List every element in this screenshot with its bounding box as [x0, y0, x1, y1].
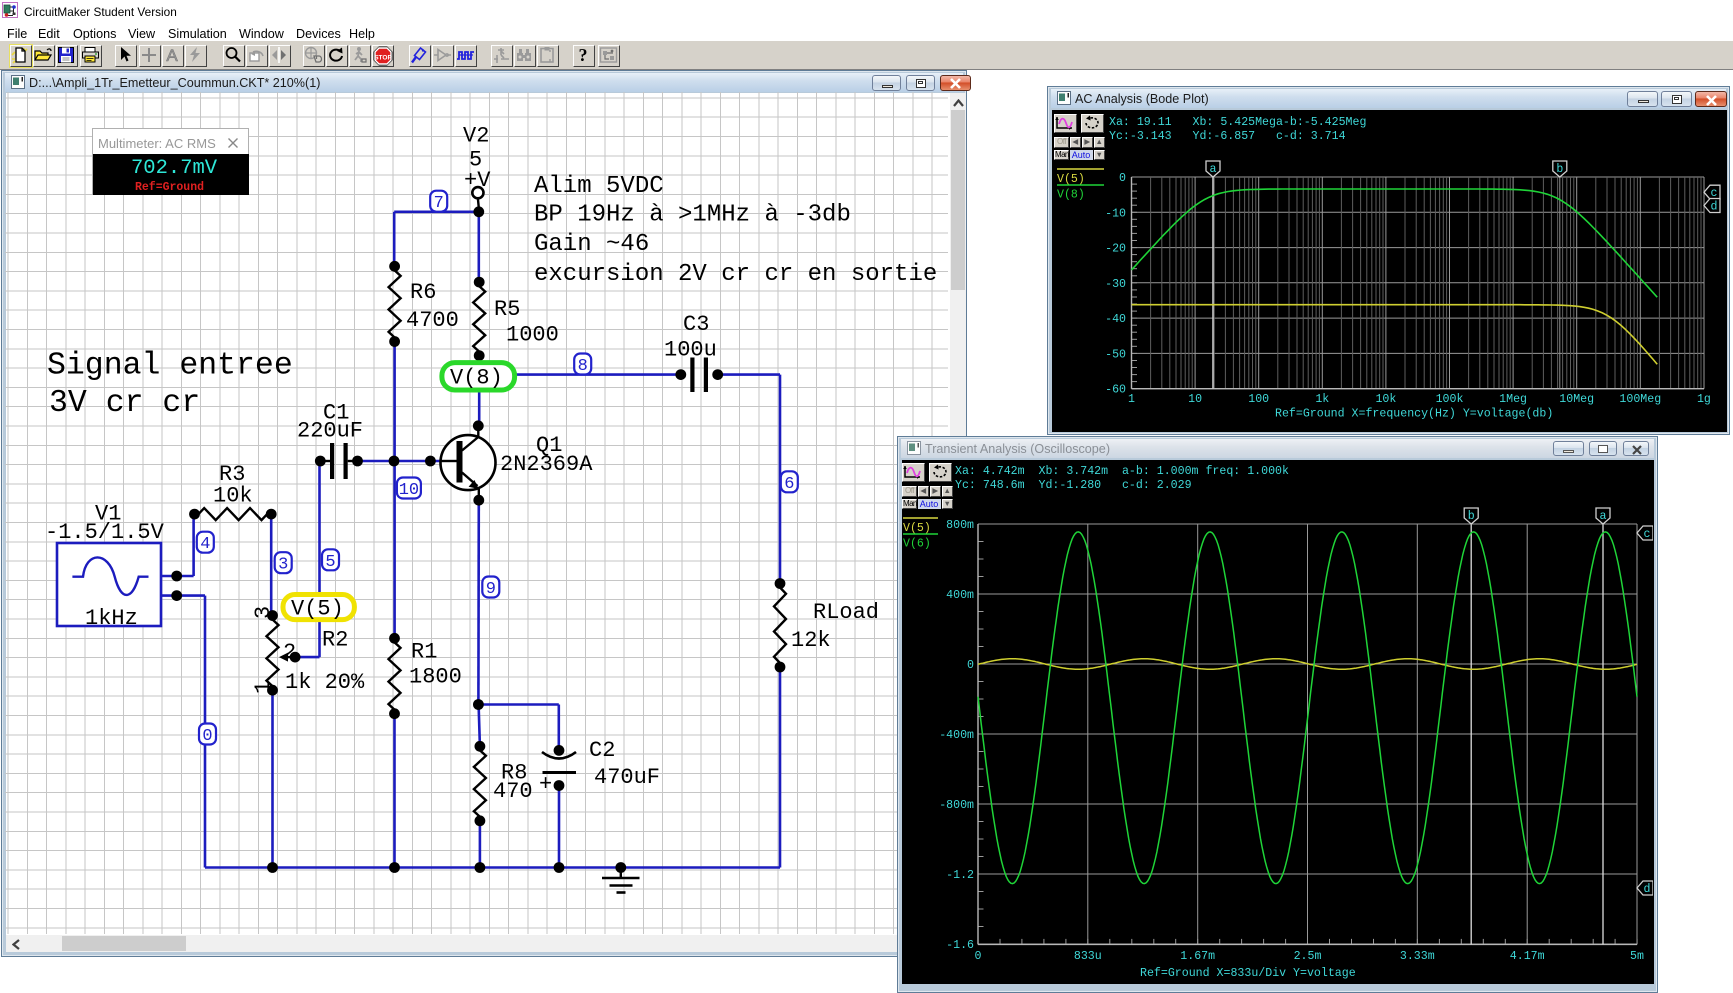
- svg-text:-30: -30: [1105, 278, 1126, 291]
- svg-text:excursion 2V cr cr en sortie: excursion 2V cr cr en sortie: [534, 261, 937, 288]
- svg-text:7: 7: [434, 194, 444, 213]
- svg-text:+: +: [539, 772, 552, 797]
- svg-text:1k: 1k: [1315, 393, 1329, 406]
- svg-text:4.17m: 4.17m: [1510, 950, 1545, 963]
- svg-text:A: A: [166, 46, 178, 64]
- svg-text:3V cr cr: 3V cr cr: [49, 386, 200, 421]
- svg-text:100: 100: [1248, 393, 1269, 406]
- svg-text:10k: 10k: [213, 484, 253, 509]
- svg-text:12k: 12k: [791, 628, 831, 653]
- svg-text:4: 4: [200, 535, 210, 554]
- svg-text:C3: C3: [683, 312, 709, 337]
- svg-text:1.67m: 1.67m: [1180, 950, 1215, 963]
- svg-text:6: 6: [784, 475, 794, 494]
- svg-text:1000: 1000: [506, 323, 559, 348]
- svg-text:1k 20%: 1k 20%: [285, 670, 365, 695]
- svg-text:R1: R1: [411, 640, 437, 665]
- svg-text:C2: C2: [589, 738, 615, 763]
- svg-text:-400m: -400m: [939, 729, 974, 742]
- svg-text:?: ?: [578, 46, 587, 64]
- svg-text:V(8): V(8): [450, 366, 503, 391]
- svg-text:400m: 400m: [946, 589, 974, 602]
- svg-text:BP 19Hz à >1MHz à -3db: BP 19Hz à >1MHz à -3db: [534, 202, 851, 229]
- svg-text:-800m: -800m: [939, 799, 974, 812]
- svg-text:V(8): V(8): [1057, 189, 1085, 202]
- svg-text:0: 0: [1119, 172, 1126, 185]
- svg-text:a: a: [1600, 510, 1607, 523]
- svg-text:0: 0: [975, 950, 982, 963]
- svg-text:b: b: [1468, 510, 1475, 523]
- svg-text:STOP: STOP: [374, 55, 392, 62]
- svg-text:10: 10: [399, 481, 419, 500]
- svg-text:8: 8: [578, 357, 588, 376]
- svg-text:10: 10: [1188, 393, 1202, 406]
- svg-text:2.5m: 2.5m: [1294, 950, 1322, 963]
- svg-text:5: 5: [325, 553, 335, 572]
- svg-text:V(6): V(6): [903, 538, 931, 551]
- svg-text:+V: +V: [464, 168, 491, 193]
- svg-text:d: d: [1644, 883, 1651, 896]
- svg-text:10Meg: 10Meg: [1559, 393, 1594, 406]
- svg-text:1g: 1g: [1697, 393, 1711, 406]
- svg-text:3: 3: [278, 556, 288, 575]
- svg-text:V(5): V(5): [903, 522, 931, 535]
- svg-text:R2: R2: [322, 628, 348, 653]
- svg-text:1kHz: 1kHz: [85, 606, 138, 631]
- svg-text:RLoad: RLoad: [813, 600, 879, 625]
- svg-text:c: c: [1644, 528, 1651, 541]
- svg-text:-50: -50: [1105, 348, 1126, 361]
- svg-text:Ref=Ground X=833u/Div Y=volta: Ref=Ground X=833u/Div Y=voltage: [1140, 967, 1356, 980]
- svg-text:470uF: 470uF: [594, 765, 660, 790]
- svg-text:100Meg: 100Meg: [1619, 393, 1661, 406]
- svg-text:5m: 5m: [1630, 950, 1644, 963]
- svg-text:-20: -20: [1105, 243, 1126, 256]
- svg-text:-10: -10: [1105, 207, 1126, 220]
- svg-text:b: b: [1556, 163, 1563, 176]
- svg-text:Signal entree: Signal entree: [47, 349, 293, 384]
- svg-text:a: a: [1210, 163, 1217, 176]
- svg-text:Ref=Ground X=frequency(Hz) Y=: Ref=Ground X=frequency(Hz) Y=voltage(db): [1275, 408, 1553, 421]
- svg-text:V2: V2: [463, 124, 489, 149]
- svg-text:0: 0: [202, 727, 212, 746]
- svg-text:d: d: [1711, 201, 1718, 214]
- svg-text:-60: -60: [1105, 384, 1126, 397]
- svg-text:-1.6: -1.6: [946, 939, 974, 952]
- svg-text:-1.2: -1.2: [946, 869, 974, 882]
- svg-text:10k: 10k: [1375, 393, 1396, 406]
- svg-text:3.33m: 3.33m: [1400, 950, 1435, 963]
- svg-text:470: 470: [493, 779, 533, 804]
- svg-text:220uF: 220uF: [297, 419, 363, 444]
- svg-text:R6: R6: [410, 280, 436, 305]
- svg-text:9: 9: [486, 580, 496, 599]
- svg-text:2N2369A: 2N2369A: [500, 452, 593, 477]
- svg-text:V(5): V(5): [1057, 173, 1085, 186]
- svg-text:-1.5/1.5V: -1.5/1.5V: [45, 520, 165, 545]
- svg-text:-40: -40: [1105, 313, 1126, 326]
- svg-text:833u: 833u: [1074, 950, 1102, 963]
- svg-text:100k: 100k: [1436, 393, 1464, 406]
- svg-text:0: 0: [967, 659, 974, 672]
- svg-text:1800: 1800: [409, 665, 462, 690]
- svg-text:Gain ~46: Gain ~46: [534, 231, 649, 258]
- svg-text:800m: 800m: [946, 519, 974, 532]
- svg-text:4700: 4700: [406, 308, 459, 333]
- svg-text:V(5): V(5): [291, 597, 344, 622]
- svg-text:1Meg: 1Meg: [1499, 393, 1527, 406]
- svg-text:R5: R5: [494, 297, 520, 322]
- svg-text:100u: 100u: [664, 338, 717, 363]
- svg-text:1: 1: [1128, 393, 1135, 406]
- svg-text:Alim 5VDC: Alim 5VDC: [534, 173, 664, 200]
